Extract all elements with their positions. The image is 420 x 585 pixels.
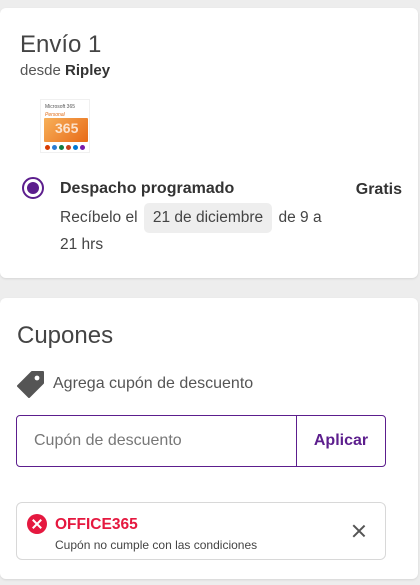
coupon-error-message: Cupón no cumple con las condiciones (55, 538, 258, 552)
tag-icon (17, 371, 44, 398)
coupon-input[interactable] (17, 416, 296, 466)
coupon-form: Aplicar (16, 415, 386, 467)
close-icon[interactable] (351, 523, 367, 539)
add-coupon-link[interactable]: Agrega cupón de descuento (53, 375, 253, 393)
apply-coupon-button[interactable]: Aplicar (296, 416, 385, 466)
shipping-method-radio[interactable] (22, 177, 44, 199)
delivery-schedule: Recíbelo el 21 de diciembre de 9 a (60, 200, 322, 235)
origin-prefix: desde (20, 62, 61, 79)
thumb-brand: Microsoft 365 (45, 104, 76, 110)
error-icon (27, 514, 47, 534)
seller-name: Ripley (65, 62, 111, 79)
app-icons (45, 145, 85, 150)
delivery-time: de 9 a (278, 209, 322, 226)
shipment-title: Envío 1 (20, 31, 102, 58)
coupons-title: Cupones (17, 322, 114, 349)
thumb-number: 365 (55, 120, 79, 136)
coupon-code: OFFICE365 (55, 516, 138, 533)
shipping-method-title: Despacho programado (60, 180, 235, 197)
shipping-method-price: Gratis (355, 181, 402, 198)
shipment-origin: desde Ripley (20, 62, 110, 79)
coupon-error-alert: OFFICE365 Cupón no cumple con las condic… (16, 502, 386, 560)
product-thumbnail[interactable]: Microsoft 365 Personal 365 (40, 99, 90, 153)
delivery-prefix: Recíbelo el (60, 209, 138, 226)
delivery-date-chip: 21 de diciembre (143, 203, 273, 233)
delivery-time-continued: 21 hrs (60, 236, 104, 253)
